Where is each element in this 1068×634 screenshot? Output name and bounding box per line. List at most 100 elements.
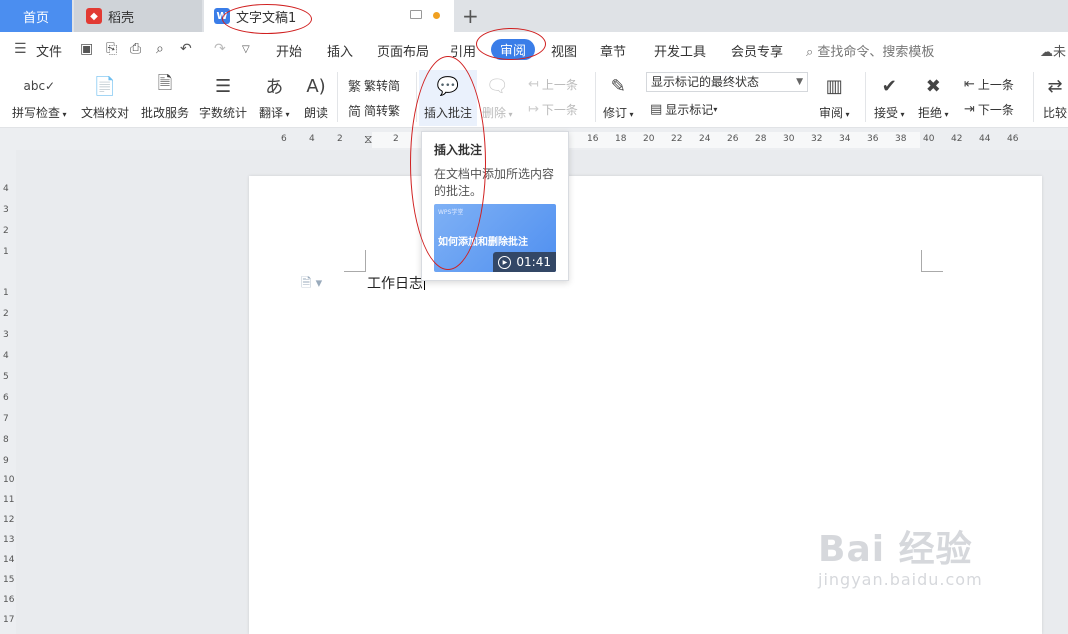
translate-icon: あ: [265, 77, 284, 98]
ruler-tick: 2: [337, 134, 343, 144]
show-markup-label: 显示标记: [665, 103, 714, 117]
tutorial-video-thumbnail[interactable]: WPS学堂 如何添加和删除批注 ▶ 01:41: [434, 204, 556, 272]
reject-button[interactable]: ✖ 拒绝 ▾: [918, 72, 949, 121]
review-pane-button[interactable]: ▥ 审阅 ▾: [819, 72, 850, 121]
vruler-tick: 14: [3, 555, 15, 565]
next-change-icon: ⇥: [964, 102, 975, 117]
export-pdf-icon[interactable]: ⎘: [106, 41, 117, 57]
command-search-label: 查找命令、搜索模板: [817, 45, 935, 60]
prev-change-button[interactable]: ⇤ 上一条: [964, 76, 1014, 93]
review-pane-icon: ▥: [825, 75, 843, 97]
indent-marker-icon[interactable]: ⧖: [364, 132, 372, 147]
correction-service-button[interactable]: 🗎 批改服务: [141, 72, 189, 121]
accept-button[interactable]: ✔ 接受 ▾: [874, 72, 905, 121]
menu-member[interactable]: 会员专享: [731, 41, 783, 60]
trad-to-simp-label: 繁转简: [364, 79, 401, 93]
vruler-tick: 7: [3, 414, 9, 424]
tab-document[interactable]: W 文字文稿1: [204, 0, 454, 32]
tab-daoke[interactable]: ◆ 稻壳: [74, 0, 202, 32]
search-icon: ⌕: [806, 45, 814, 60]
translate-label: 翻译: [259, 106, 284, 120]
insert-comment-button[interactable]: 💬 插入批注: [424, 72, 472, 121]
word-count-button[interactable]: ☰ 字数统计: [199, 72, 247, 121]
trad-to-simp-icon: 繁: [348, 80, 362, 95]
show-markup-button[interactable]: ▤ 显示标记 ▾: [650, 101, 717, 118]
menu-start[interactable]: 开始: [276, 41, 302, 60]
save-icon[interactable]: ▣: [80, 41, 93, 57]
menu-review[interactable]: 审阅: [491, 39, 535, 60]
compare-label: 比较: [1043, 106, 1068, 120]
cloud-label: 未: [1053, 45, 1067, 60]
vruler-tick: 2: [3, 309, 9, 319]
proofread-icon: 📄: [93, 75, 117, 97]
prev-change-label: 上一条: [977, 78, 1014, 92]
redo-icon[interactable]: ↷: [214, 41, 226, 57]
translate-button[interactable]: あ 翻译 ▾: [259, 72, 290, 121]
command-search[interactable]: ⌕ 查找命令、搜索模板: [806, 41, 934, 60]
hamburger-icon[interactable]: ☰: [14, 41, 27, 57]
menu-reference[interactable]: 引用: [450, 41, 476, 60]
vruler-tick: 4: [3, 184, 9, 194]
vruler-tick: 15: [3, 575, 15, 585]
baidu-watermark: Bai 经验 jingyan.baidu.com: [818, 520, 983, 589]
print-preview-icon[interactable]: ⌕: [156, 41, 164, 57]
reject-label: 拒绝: [918, 106, 943, 120]
vruler-tick: 5: [3, 372, 9, 382]
simp-to-trad-button[interactable]: 简简转繁: [348, 101, 400, 120]
track-changes-button[interactable]: ✎ 修订 ▾: [603, 72, 634, 121]
show-markup-icon: ▤: [650, 102, 663, 117]
next-change-button[interactable]: ⇥ 下一条: [964, 101, 1014, 118]
document-text[interactable]: 工作日志: [367, 273, 425, 293]
monitor-icon[interactable]: [410, 10, 422, 19]
simp-to-trad-icon: 简: [348, 105, 362, 120]
next-comment-button[interactable]: ↦ 下一条: [528, 101, 578, 118]
vertical-ruler[interactable]: 4 3 2 1 1 2 3 4 5 6 7 8 9 10 11 12 13 14…: [0, 150, 16, 634]
menu-section[interactable]: 章节: [600, 41, 626, 60]
menu-view[interactable]: 视图: [551, 41, 577, 60]
compare-icon: ⇄: [1047, 75, 1063, 97]
ruler-tick: 30: [783, 134, 795, 144]
accept-icon: ✔: [881, 75, 897, 97]
tab-home[interactable]: 首页: [0, 0, 72, 32]
spellcheck-icon: abc✓: [23, 79, 56, 93]
markup-state-select[interactable]: 显示标记的最终状态 ▼: [646, 72, 808, 92]
cloud-sync[interactable]: ☁未: [1040, 41, 1066, 60]
video-duration-label: 01:41: [516, 255, 551, 269]
paragraph-menu-icon[interactable]: 🗎 ▾: [301, 274, 322, 296]
menu-developer[interactable]: 开发工具: [654, 41, 706, 60]
tooltip-title: 插入批注: [434, 143, 483, 157]
cloud-icon: ☁: [1040, 45, 1053, 60]
customize-toolbar-icon[interactable]: ▽: [242, 44, 250, 55]
menu-insert[interactable]: 插入: [327, 41, 353, 60]
tab-document-label: 文字文稿1: [236, 10, 297, 26]
menu-page-layout[interactable]: 页面布局: [377, 41, 429, 60]
next-comment-label: 下一条: [541, 103, 578, 117]
video-title: 如何添加和删除批注: [438, 237, 528, 248]
undo-icon[interactable]: ↶: [180, 41, 192, 57]
prev-comment-button[interactable]: ↤ 上一条: [528, 76, 578, 93]
ruler-tick: 28: [755, 134, 767, 144]
compare-button[interactable]: ⇄ 比较: [1043, 72, 1067, 121]
vruler-tick: 1: [3, 288, 9, 298]
ruler-tick: 20: [643, 134, 655, 144]
trad-to-simp-button[interactable]: 繁繁转简: [348, 76, 400, 95]
ruler-tick: 6: [281, 134, 287, 144]
vruler-tick: 11: [3, 495, 15, 505]
vruler-tick: 12: [3, 515, 15, 525]
proofread-button[interactable]: 📄 文档校对: [81, 72, 129, 121]
menu-file[interactable]: 文件: [36, 41, 62, 60]
prev-comment-label: 上一条: [541, 78, 578, 92]
vruler-tick: 17: [3, 615, 15, 625]
prev-comment-icon: ↤: [528, 77, 539, 92]
print-icon[interactable]: ⎙: [130, 41, 141, 57]
vruler-tick: 6: [3, 393, 9, 403]
read-aloud-button[interactable]: A) 朗读: [304, 72, 328, 121]
spellcheck-button[interactable]: abc✓ 拼写检查 ▾: [12, 72, 67, 121]
new-tab-button[interactable]: +: [462, 4, 479, 28]
vruler-tick: 13: [3, 535, 15, 545]
video-duration: ▶ 01:41: [493, 252, 556, 272]
review-pane-label: 审阅: [819, 106, 844, 120]
delete-comment-button[interactable]: 🗨 删除 ▾: [482, 72, 513, 121]
ruler-tick: 22: [671, 134, 683, 144]
correction-service-label: 批改服务: [141, 106, 190, 120]
